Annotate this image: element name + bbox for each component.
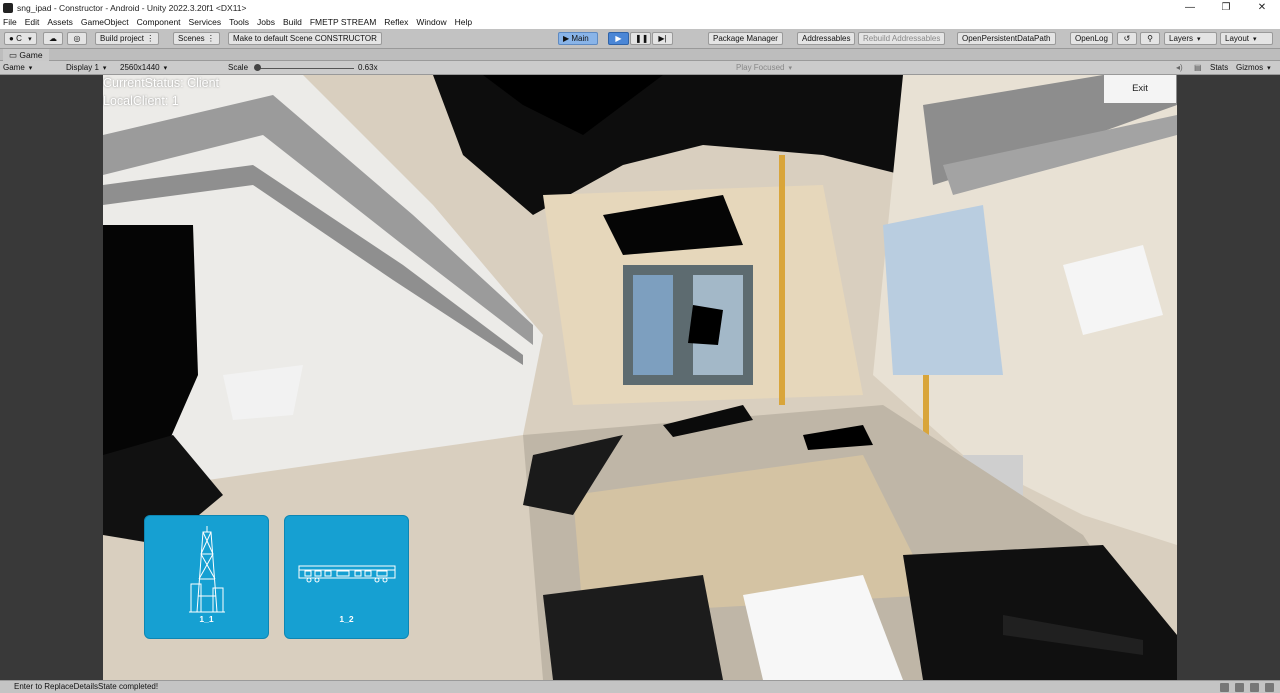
gizmos-dropdown[interactable]: Gizmos	[1236, 62, 1271, 74]
menu-component[interactable]: Component	[137, 17, 181, 27]
window-title-bar: sng_ipad - Constructor - Android - Unity…	[0, 0, 1280, 15]
local-client-text: LocalClient: 1	[103, 94, 179, 108]
menu-jobs[interactable]: Jobs	[257, 17, 275, 27]
unity-logo-icon	[3, 2, 13, 13]
model-card-1-2[interactable]: 1_2	[284, 515, 409, 639]
history-icon: ↺	[1123, 34, 1131, 43]
layers-label: Layers	[1169, 34, 1194, 43]
close-button[interactable]: ✕	[1244, 0, 1280, 15]
scenes-label: Scenes	[178, 34, 205, 43]
layout-dropdown[interactable]: Layout	[1220, 32, 1273, 45]
main-scene-button[interactable]: ▶ Main	[558, 32, 598, 45]
menu-services[interactable]: Services	[189, 17, 222, 27]
menu-edit[interactable]: Edit	[25, 17, 40, 27]
package-manager-button[interactable]: Package Manager	[708, 32, 783, 45]
scale-slider-track[interactable]	[256, 68, 354, 69]
current-status-text: CurrentStatus: Client	[103, 76, 220, 90]
open-log-button[interactable]: OpenLog	[1070, 32, 1113, 45]
cloud-icon: ☁	[49, 34, 57, 43]
account-dropdown[interactable]: ● C	[4, 32, 37, 45]
shortcuts-icon[interactable]: ▤	[1194, 62, 1202, 74]
collab-icon: ◎	[73, 34, 81, 43]
status-bar: Enter to ReplaceDetailsState completed!	[0, 680, 1280, 693]
search-button[interactable]: ⚲	[1140, 32, 1160, 45]
progress-icon[interactable]	[1220, 683, 1229, 692]
gizmos-label: Gizmos	[1236, 63, 1264, 72]
drilling-rig-icon	[189, 526, 225, 613]
step-button[interactable]: ▶|	[652, 32, 673, 45]
scale-label: Scale	[228, 63, 249, 72]
build-project-label: Build project	[100, 34, 145, 43]
pause-button[interactable]: ❚❚	[630, 32, 651, 45]
card-label-1-2: 1_2	[339, 614, 354, 624]
menu-bar: File Edit Assets GameObject Component Se…	[0, 15, 1280, 29]
play-button[interactable]: ▶	[608, 32, 629, 45]
scale-slider-handle[interactable]	[254, 64, 261, 71]
make-default-scene-button[interactable]: Make to default Scene CONSTRUCTOR	[228, 32, 382, 45]
display-label: Display 1	[66, 63, 99, 72]
addressables-button[interactable]: Addressables	[797, 32, 856, 45]
build-project-button[interactable]: Build project ⋮	[95, 32, 160, 45]
game-view-toolbar: Game Display 1 2560x1440 Scale 0.63x Pla…	[0, 61, 1280, 75]
menu-help[interactable]: Help	[455, 17, 472, 27]
layers-dropdown[interactable]: Layers	[1164, 32, 1217, 45]
search-icon: ⚲	[1147, 34, 1153, 43]
game-mode-label: Game	[3, 63, 25, 72]
menu-tools[interactable]: Tools	[229, 17, 249, 27]
model-card-1-1[interactable]: 1_1	[144, 515, 269, 639]
rebuild-addressables-button[interactable]: Rebuild Addressables	[858, 32, 946, 45]
window-title: sng_ipad - Constructor - Android - Unity…	[17, 2, 247, 13]
status-message: Enter to ReplaceDetailsState completed!	[14, 682, 159, 691]
play-focused-label: Play Focused	[736, 63, 785, 72]
tab-game-label: Game	[19, 50, 43, 60]
layout-label: Layout	[1225, 34, 1250, 43]
menu-build[interactable]: Build	[283, 17, 302, 27]
stats-button[interactable]: Stats	[1210, 62, 1228, 74]
exit-button[interactable]: Exit	[1104, 75, 1176, 103]
step-icon: ▶|	[658, 34, 667, 43]
menu-reflex[interactable]: Reflex	[384, 17, 408, 27]
collab-button[interactable]: ◎	[67, 32, 87, 45]
debug-icon[interactable]	[1250, 683, 1259, 692]
train-car-icon	[298, 565, 396, 583]
menu-gameobject[interactable]: GameObject	[81, 17, 129, 27]
account-label: C	[16, 34, 22, 43]
menu-fmetp-stream[interactable]: FMETP STREAM	[310, 17, 376, 27]
tab-game[interactable]: ▭ Game	[3, 49, 49, 61]
tab-bar: ▭ Game	[0, 49, 1280, 61]
game-tab-icon: ▭	[9, 50, 18, 60]
maximize-button[interactable]: ❐	[1208, 0, 1244, 15]
minimize-button[interactable]: —	[1172, 0, 1208, 15]
play-focused-dropdown[interactable]: Play Focused	[736, 62, 792, 74]
account-icon: ●	[9, 34, 14, 43]
mute-audio-icon[interactable]: ◂)	[1176, 62, 1183, 74]
open-persistent-data-path-button[interactable]: OpenPersistentDataPath	[957, 32, 1056, 45]
pause-icon: ❚❚	[635, 34, 649, 43]
game-mode-dropdown[interactable]: Game	[3, 62, 59, 74]
menu-assets[interactable]: Assets	[47, 17, 73, 27]
card-label-1-1: 1_1	[199, 614, 214, 624]
menu-window[interactable]: Window	[416, 17, 446, 27]
cloud-button[interactable]: ☁	[43, 32, 63, 45]
notifications-icon[interactable]	[1265, 683, 1274, 692]
play-icon: ▶	[615, 34, 622, 43]
display-dropdown[interactable]: Display 1	[66, 62, 118, 74]
resolution-label: 2560x1440	[120, 63, 160, 72]
scenes-button[interactable]: Scenes ⋮	[173, 32, 220, 45]
main-toolbar: ● C ☁ ◎ Build project ⋮ Scenes ⋮ Make to…	[0, 29, 1280, 49]
cache-icon[interactable]	[1235, 683, 1244, 692]
scale-value: 0.63x	[358, 63, 378, 72]
menu-file[interactable]: File	[3, 17, 17, 27]
history-button[interactable]: ↺	[1117, 32, 1137, 45]
resolution-dropdown[interactable]: 2560x1440	[120, 62, 222, 74]
